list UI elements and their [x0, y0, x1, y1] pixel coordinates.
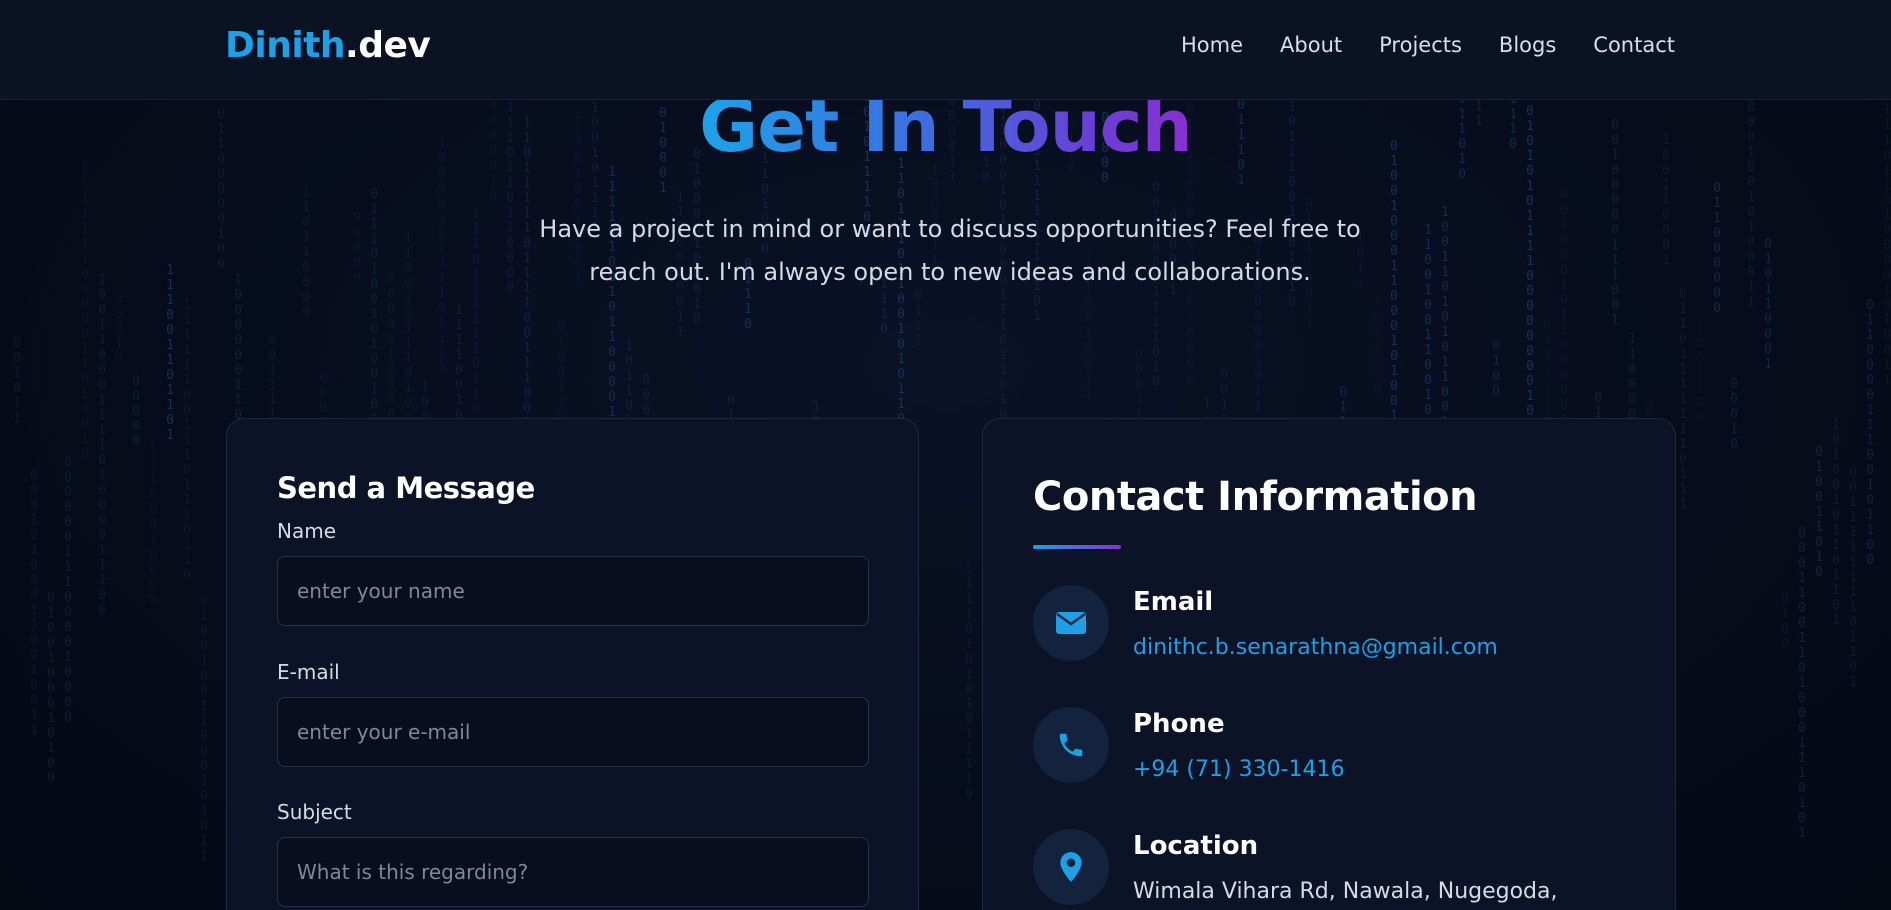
binary-rain-column: 1 0 0 0 0 0 0 1 1 1 1 0 1 1 1 0 — [438, 136, 446, 376]
binary-rain-column: 1 0 0 1 1 0 0 — [1696, 321, 1704, 426]
page-subtitle: Have a project in mind or want to discus… — [539, 215, 1361, 286]
binary-rain-column: 1 0 0 1 1 0 0 0 1 1 1 1 0 1 0 0 0 0 1 1 … — [98, 273, 106, 618]
nav-link-contact[interactable]: Contact — [1593, 33, 1675, 57]
binary-rain-column: 0 0 0 1 0 — [115, 292, 123, 367]
message-form-card: Send a Message Name E-mail Subject — [226, 418, 919, 910]
binary-rain-column: 1 0 1 0 0 1 0 1 1 0 1 1 0 1 — [1832, 418, 1840, 628]
site-logo[interactable]: Dinith.dev — [225, 25, 431, 66]
binary-rain-column: 0 0 1 1 1 1 1 1 1 1 0 1 1 0 1 — [1849, 465, 1857, 690]
binary-rain-column: 1 1 1 0 0 1 1 0 1 1 0 1 — [166, 263, 174, 443]
title-underline — [1033, 545, 1121, 549]
binary-rain-column: 0 1 0 0 1 0 0 1 1 0 0 0 1 0 1 0 1 1 — [200, 594, 208, 864]
binary-rain-column: 0 1 1 0 0 0 0 1 1 1 0 0 1 0 1 1 0 0 — [1866, 298, 1874, 568]
nav-link-about[interactable]: About — [1280, 33, 1342, 57]
navbar: Dinith.dev Home About Projects Blogs Con… — [0, 0, 1891, 100]
contact-info-card: Contact Information Email dinithc.b.sena… — [982, 418, 1676, 910]
binary-rain-column: 1 1 1 1 1 1 1 0 0 0 0 0 1 1 0 1 0 0 1 0 — [81, 162, 89, 462]
binary-rain-column: 0 0 0 0 0 — [353, 211, 361, 286]
map-pin-icon — [1033, 829, 1109, 905]
contact-page: 0 0 1 0 1 1 0 0 0 1 0 1 0 0 0 1 1 0 0 1 … — [0, 0, 1891, 910]
nav-link-home[interactable]: Home — [1181, 33, 1243, 57]
email-label: E-mail — [277, 660, 340, 684]
binary-rain-column: 1 1 0 0 0 0 — [1628, 332, 1636, 422]
binary-rain-column: 1 0 0 1 0 0 0 — [1373, 293, 1381, 398]
binary-rain-column: 0 1 0 0 1 0 0 0 1 0 1 0 0 — [47, 591, 55, 786]
binary-rain-column: 0 0 0 1 1 0 0 1 1 0 1 0 0 0 1 1 1 0 1 0 … — [1798, 526, 1806, 841]
phone-label-heading: Phone — [1133, 709, 1225, 739]
binary-rain-column: 0 0 0 0 0 0 1 1 1 0 0 0 0 1 0 0 0 0 — [64, 455, 72, 725]
binary-rain-column: 0 1 1 1 — [914, 289, 922, 349]
binary-rain-column: 1 1 0 1 1 0 0 0 0 — [302, 185, 310, 320]
binary-rain-column: 0 1 0 0 1 1 0 1 0 — [1815, 445, 1823, 580]
binary-rain-column: 0 0 0 1 0 — [1730, 377, 1738, 452]
binary-rain-column: 0 0 1 0 1 1 — [13, 336, 21, 426]
subject-label: Subject — [277, 800, 352, 824]
binary-rain-column: 0 1 0 0 — [1781, 592, 1789, 652]
binary-rain-column: 0 0 0 1 0 1 0 0 0 1 1 0 0 1 0 0 1 1 — [30, 468, 38, 738]
name-label: Name — [277, 519, 337, 543]
email-input[interactable] — [277, 697, 869, 767]
email-label-heading: Email — [1133, 587, 1214, 617]
binary-rain-column: 0 0 0 0 0 — [132, 374, 140, 449]
binary-rain-column: 1 1 1 1 1 1 0 0 1 1 1 0 1 1 1 0 1 1 0 — [183, 298, 191, 583]
binary-rain-column: 1 1 1 1 0 1 0 1 0 1 0 1 1 1 1 0 — [965, 562, 973, 802]
nav-link-blogs[interactable]: Blogs — [1499, 33, 1556, 57]
binary-rain-column: 0 1 0 0 1 0 0 0 1 1 0 0 0 1 0 1 0 0 1 1 … — [1390, 139, 1398, 454]
nav-links: Home About Projects Blogs Contact — [1144, 33, 1675, 57]
form-title: Send a Message — [277, 471, 535, 505]
subject-input[interactable] — [277, 837, 869, 907]
logo-accent: Dinith — [225, 25, 346, 66]
binary-rain-column: 1 1 1 0 0 0 1 0 0 0 0 — [149, 443, 157, 608]
phone-icon — [1033, 707, 1109, 783]
location-label-heading: Location — [1133, 831, 1259, 861]
binary-rain-column: 0 1 0 0 — [1492, 339, 1500, 399]
name-input[interactable] — [277, 556, 869, 626]
binary-rain-column: 0 1 1 0 0 0 0 0 0 — [1713, 181, 1721, 316]
email-link[interactable]: dinithc.b.senarathna@gmail.com — [1133, 635, 1498, 660]
location-address: Wimala Vihara Rd, Nawala, Nugegoda, — [1133, 879, 1558, 904]
envelope-icon — [1033, 585, 1109, 661]
phone-link[interactable]: +94 (71) 330-1416 — [1133, 757, 1345, 782]
contact-info-title: Contact Information — [1033, 474, 1478, 520]
binary-rain-column: 0 1 0 1 1 0 0 0 1 — [1764, 237, 1772, 372]
nav-link-projects[interactable]: Projects — [1379, 33, 1462, 57]
logo-suffix: .dev — [345, 25, 431, 66]
binary-rain-column: 0 1 1 0 1 1 1 1 1 1 1 0 1 1 1 — [1679, 287, 1687, 512]
